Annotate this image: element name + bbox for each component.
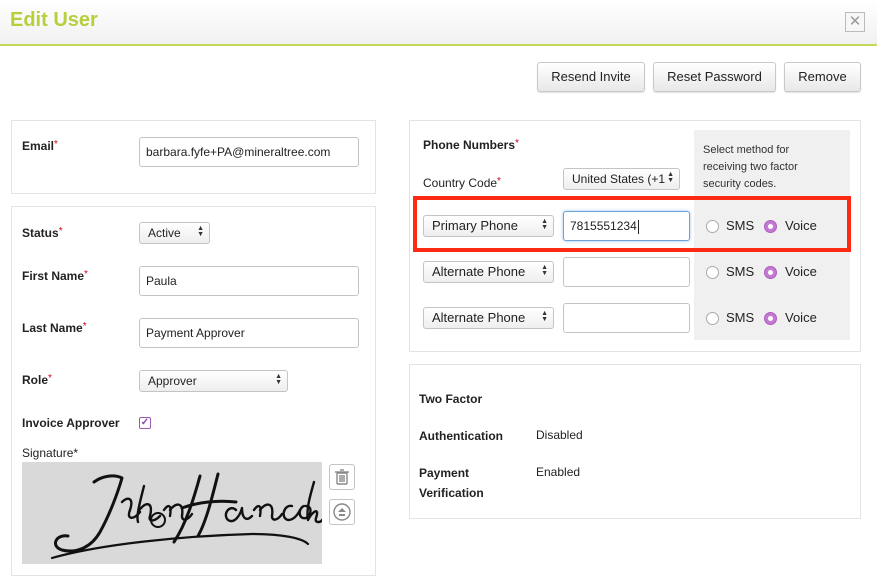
payment-verification-value: Enabled	[536, 465, 581, 479]
verification-label: Verification	[419, 486, 484, 500]
status-label: Status*	[22, 226, 63, 240]
method-help-text: Select method for receiving two factor s…	[703, 144, 798, 190]
alternate-2-sms-radio[interactable]	[706, 312, 719, 325]
signature-image	[22, 462, 322, 564]
email-field[interactable]: barbara.fyfe+PA@mineraltree.com	[139, 137, 359, 167]
alternate-1-sms-label: SMS	[726, 264, 755, 279]
upload-signature-button[interactable]	[329, 499, 355, 525]
alternate-phone-1-field[interactable]	[563, 257, 690, 287]
alternate-1-voice-label: Voice	[785, 264, 817, 279]
dialog-header: Edit User ✕	[0, 0, 877, 46]
upload-icon	[333, 503, 351, 521]
alternate-2-voice-label: Voice	[785, 310, 817, 325]
invoice-approver-checkbox[interactable]: ✓	[139, 417, 151, 429]
signature-label: Signature*	[22, 446, 79, 460]
status-select[interactable]: Active ▲ ▼	[139, 222, 210, 244]
dialog-title: Edit User	[10, 9, 98, 31]
alternate-2-sms-label: SMS	[726, 310, 755, 325]
delete-signature-button[interactable]	[329, 464, 355, 490]
invoice-approver-label: Invoice Approver	[22, 416, 120, 430]
authentication-value: Disabled	[536, 428, 583, 442]
email-label: Email*	[22, 139, 58, 153]
role-label: Role*	[22, 373, 52, 387]
last-name-label: Last Name*	[22, 321, 87, 335]
country-code-label: Country Code*	[423, 176, 501, 190]
payment-label: Payment	[419, 466, 470, 480]
alternate-2-voice-radio[interactable]	[764, 312, 777, 325]
two-factor-title: Two Factor	[419, 392, 483, 406]
first-name-label: First Name*	[22, 269, 88, 283]
phone-numbers-title: Phone Numbers*	[423, 138, 519, 152]
trash-icon	[335, 469, 349, 485]
alternate-1-voice-radio[interactable]	[764, 266, 777, 279]
resend-invite-button[interactable]: Resend Invite	[537, 62, 645, 92]
close-icon[interactable]: ✕	[845, 12, 865, 32]
country-code-select[interactable]: United States (+1 ▲ ▼	[563, 168, 680, 190]
remove-button[interactable]: Remove	[784, 62, 861, 92]
alternate-phone-2-field[interactable]	[563, 303, 690, 333]
alternate-phone-1-type-select[interactable]: Alternate Phone ▲ ▼	[423, 261, 554, 283]
reset-password-button[interactable]: Reset Password	[653, 62, 776, 92]
primary-phone-highlight	[413, 196, 851, 252]
last-name-field[interactable]: Payment Approver	[139, 318, 359, 348]
role-select[interactable]: Approver ▲ ▼	[139, 370, 288, 392]
alternate-phone-2-type-select[interactable]: Alternate Phone ▲ ▼	[423, 307, 554, 329]
first-name-field[interactable]: Paula	[139, 266, 359, 296]
alternate-1-sms-radio[interactable]	[706, 266, 719, 279]
authentication-label: Authentication	[419, 429, 503, 443]
